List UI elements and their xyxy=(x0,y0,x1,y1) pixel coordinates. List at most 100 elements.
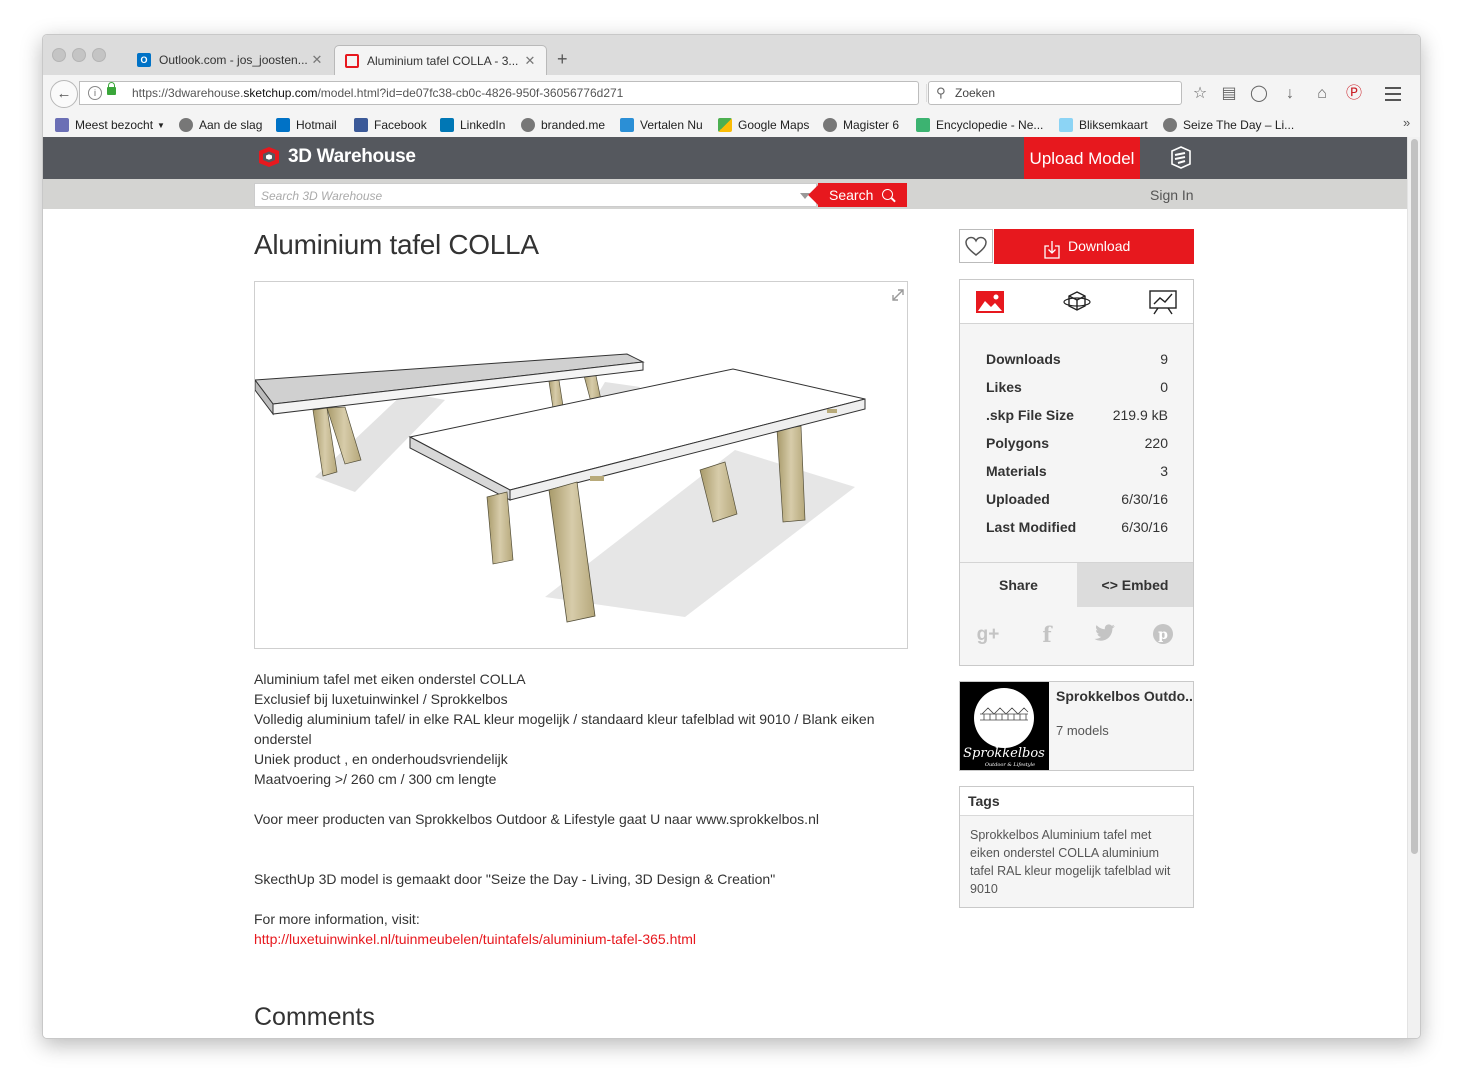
close-window-button[interactable] xyxy=(52,48,66,62)
table-model-image xyxy=(255,353,866,623)
tab-share[interactable]: Share xyxy=(960,563,1077,607)
tab-embed[interactable]: <> Embed xyxy=(1077,563,1193,607)
bookmark-hotmail[interactable]: Hotmail xyxy=(276,116,337,134)
bookmark-vertalen-nu[interactable]: Vertalen Nu xyxy=(620,116,703,134)
avatar[interactable]: Sprokkelbos Outdoor & Lifestyle xyxy=(960,682,1049,770)
bookmark-google-maps[interactable]: Google Maps xyxy=(718,116,809,134)
more-bookmarks-icon[interactable]: » xyxy=(1403,115,1410,130)
globe-icon xyxy=(179,118,193,132)
tags-list[interactable]: Sprokkelbos Aluminium tafel met eiken on… xyxy=(970,826,1182,898)
facebook-icon xyxy=(354,118,368,132)
info-icon[interactable]: i xyxy=(88,86,102,100)
outlook-icon xyxy=(276,118,290,132)
site-search-input[interactable]: Search 3D Warehouse xyxy=(254,183,817,207)
description-line xyxy=(254,849,894,869)
pinterest-icon[interactable]: p xyxy=(1151,623,1175,647)
download-icon xyxy=(1044,237,1060,259)
tab-strip: O Outlook.com - jos_joosten... ✕ Alumini… xyxy=(43,35,1420,75)
image-view-icon[interactable] xyxy=(975,289,1005,315)
download-arrow-icon[interactable]: ↓ xyxy=(1280,85,1300,103)
close-tab-icon[interactable]: ✕ xyxy=(524,53,536,69)
upload-model-button[interactable]: Upload Model xyxy=(1024,137,1140,179)
menu-hamburger-icon[interactable] xyxy=(1385,87,1401,105)
twitter-icon[interactable] xyxy=(1093,623,1117,647)
bookmark-magister[interactable]: Magister 6 xyxy=(823,116,899,134)
close-tab-icon[interactable]: ✕ xyxy=(311,52,323,68)
presentation-icon[interactable] xyxy=(1148,289,1178,315)
google-plus-icon[interactable]: g+ xyxy=(976,623,1000,647)
model-description: Aluminium tafel met eiken onderstel COLL… xyxy=(254,669,894,949)
bookmark-facebook[interactable]: Facebook xyxy=(354,116,427,134)
author-model-count[interactable]: 7 models xyxy=(1056,723,1109,738)
bookmark-label: Encyclopedie - Ne... xyxy=(936,118,1044,132)
bookmark-label: Bliksemkaart xyxy=(1079,118,1148,132)
model-stats-panel: Downloads 9 Likes 0 .skp File Size 219.9 kB… xyxy=(959,279,1194,666)
stat-value: 3 xyxy=(1160,463,1168,479)
bookmark-encyclopedie[interactable]: Encyclopedie - Ne... xyxy=(916,116,1043,134)
maps-icon xyxy=(718,118,732,132)
browser-window: O Outlook.com - jos_joosten... ✕ Alumini… xyxy=(42,34,1421,1039)
stat-value: 0 xyxy=(1160,379,1168,395)
download-button[interactable]: Download xyxy=(994,229,1194,264)
browser-search-input[interactable]: ⚲ Zoeken xyxy=(928,81,1182,105)
description-line xyxy=(254,829,894,849)
description-line: SkecthUp 3D model is gemaakt door "Seize… xyxy=(254,871,776,887)
reading-list-icon[interactable]: ▤ xyxy=(1219,85,1239,103)
author-card[interactable]: Sprokkelbos Outdoor & Lifestyle Sprokkel… xyxy=(959,681,1194,771)
pinterest-icon[interactable]: Ⓟ xyxy=(1344,85,1364,103)
address-bar[interactable]: i https://3dwarehouse.sketchup.com/model… xyxy=(79,81,946,105)
url-path: /model.html?id=de07fc38-cb0c-4826-950f-3… xyxy=(317,86,624,100)
scrollbar-thumb[interactable] xyxy=(1411,139,1418,854)
stat-label: .skp File Size xyxy=(986,407,1074,423)
home-icon[interactable]: ⌂ xyxy=(1312,85,1332,103)
url-text: https://3dwarehouse.sketchup.com/model.h… xyxy=(132,86,623,100)
download-label: Download xyxy=(1068,238,1131,254)
bookmark-seize-the-day[interactable]: Seize The Day – Li... xyxy=(1163,116,1294,134)
product-link[interactable]: http://luxetuinwinkel.nl/tuinmeubelen/tu… xyxy=(254,929,894,949)
heart-icon xyxy=(965,236,987,256)
stat-value: 9 xyxy=(1160,351,1168,367)
description-line: Aluminium tafel met eiken onderstel COLL… xyxy=(254,671,526,687)
back-button[interactable]: ← xyxy=(50,80,78,108)
url-domain: sketchup.com xyxy=(243,86,318,100)
3d-view-icon[interactable] xyxy=(1062,289,1092,315)
stat-value: 6/30/16 xyxy=(1121,519,1168,535)
comments-heading: Comments xyxy=(254,1003,375,1031)
bookmark-star-icon[interactable]: ☆ xyxy=(1190,85,1210,103)
svg-text:p: p xyxy=(1158,627,1168,643)
description-line: Maatvoering >/ 260 cm / 300 cm lengte xyxy=(254,771,497,787)
bookmark-label: Aan de slag xyxy=(199,118,263,132)
site-logo[interactable]: 3D Warehouse xyxy=(257,146,416,168)
bookmark-aan-de-slag[interactable]: Aan de slag xyxy=(179,116,262,134)
bookmark-branded-me[interactable]: branded.me xyxy=(521,116,605,134)
bookmark-label: Facebook xyxy=(374,118,427,132)
model-preview[interactable] xyxy=(254,281,908,649)
page-scrollbar[interactable] xyxy=(1407,137,1420,1038)
bookmark-label: Vertalen Nu xyxy=(640,118,703,132)
expand-icon[interactable] xyxy=(891,288,905,302)
pocket-icon[interactable]: ◯ xyxy=(1249,85,1269,103)
bookmark-meest-bezocht[interactable]: Meest bezocht ▼ xyxy=(55,116,165,134)
translate-icon xyxy=(620,118,634,132)
sign-in-link[interactable]: Sign In xyxy=(1150,187,1194,203)
like-button[interactable] xyxy=(959,229,993,263)
tab-outlook[interactable]: O Outlook.com - jos_joosten... ✕ xyxy=(127,45,333,75)
description-line: Volledig aluminium tafel/ in elke RAL kl… xyxy=(254,711,875,747)
bookmark-label: LinkedIn xyxy=(460,118,506,132)
search-icon: ⚲ xyxy=(936,85,946,100)
description-line xyxy=(254,789,894,809)
3d-warehouse-icon xyxy=(345,53,359,68)
facebook-icon[interactable]: f xyxy=(1035,623,1059,647)
tab-3d-warehouse[interactable]: Aluminium tafel COLLA - 3... ✕ xyxy=(334,45,547,75)
zoom-window-button[interactable] xyxy=(92,48,106,62)
search-button[interactable]: Search xyxy=(818,183,907,207)
sketchup-menu-icon[interactable] xyxy=(1169,145,1193,171)
chevron-down-icon: ▼ xyxy=(157,120,165,130)
author-name[interactable]: Sprokkelbos Outdo... xyxy=(1056,688,1192,704)
tags-heading: Tags xyxy=(960,787,1193,816)
new-tab-icon[interactable]: + xyxy=(557,49,568,70)
logo-text: 3D Warehouse xyxy=(288,146,416,167)
bookmark-linkedin[interactable]: LinkedIn xyxy=(440,116,505,134)
minimize-window-button[interactable] xyxy=(72,48,86,62)
bookmark-bliksemkaart[interactable]: Bliksemkaart xyxy=(1059,116,1148,134)
